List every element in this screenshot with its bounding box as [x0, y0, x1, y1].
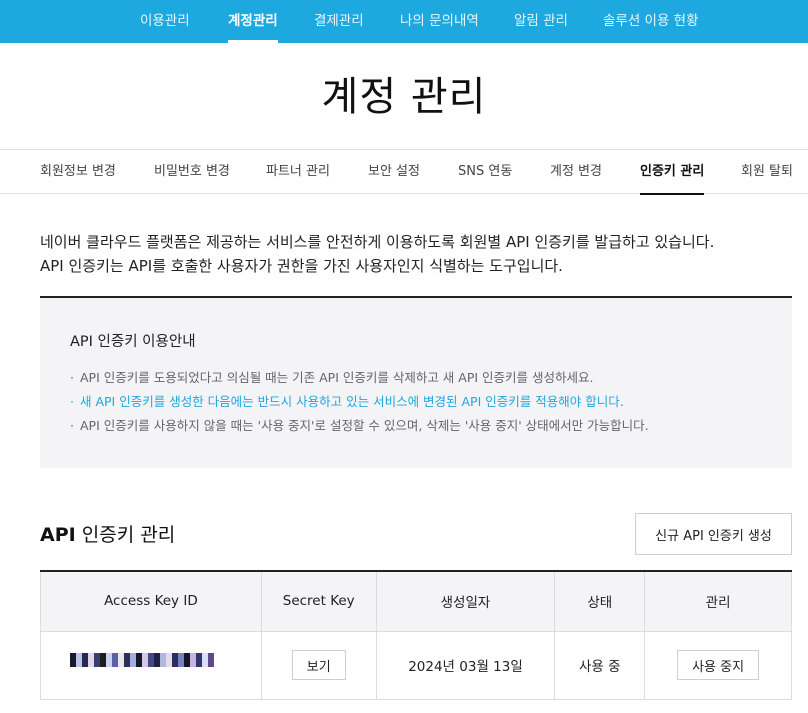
api-key-table: Access Key ID Secret Key 생성일자 상태 관리 보기 2… — [40, 570, 792, 700]
masked-access-key — [69, 653, 214, 667]
tab-password[interactable]: 비밀번호 변경 — [154, 150, 230, 194]
intro-line: 네이버 클라우드 플랫폼은 제공하는 서비스를 안전하게 이용하도록 회원별 A… — [40, 233, 715, 251]
intro-line: API 인증키는 API를 호출한 사용자가 권한을 가진 사용자인지 식별하는… — [40, 257, 563, 275]
tab-auth-key[interactable]: 인증키 관리 — [640, 150, 705, 195]
created-date-cell: 2024년 03월 13일 — [375, 630, 556, 700]
column-header-created: 생성일자 — [375, 571, 556, 632]
table-row: 보기 2024년 03월 13일 사용 중 사용 중지 — [40, 630, 792, 700]
status-cell: 사용 중 — [554, 630, 646, 700]
guide-list: API 인증키를 도용되었다고 의심될 때는 기존 API 인증키를 삭제하고 … — [70, 366, 649, 438]
page-title: 계정 관리 — [321, 74, 487, 120]
sub-tabs: 회원정보 변경 비밀번호 변경 파트너 관리 보안 설정 SNS 연동 계정 변… — [0, 150, 808, 195]
tab-partner[interactable]: 파트너 관리 — [266, 150, 330, 194]
intro-text: 네이버 클라우드 플랫폼은 제공하는 서비스를 안전하게 이용하도록 회원별 A… — [40, 230, 800, 278]
create-api-key-button[interactable]: 신규 API 인증키 생성 — [635, 513, 792, 555]
tab-member-info[interactable]: 회원정보 변경 — [40, 150, 116, 194]
top-nav: 이용관리 계정관리 결제관리 나의 문의내역 알림 관리 솔루션 이용 현황 — [0, 0, 808, 43]
secret-key-cell: 보기 — [260, 630, 377, 700]
top-nav-item-account[interactable]: 계정관리 — [228, 0, 278, 43]
tab-sns[interactable]: SNS 연동 — [458, 150, 512, 194]
table-header-row: Access Key ID Secret Key 생성일자 상태 관리 — [40, 571, 792, 632]
access-key-cell — [40, 630, 262, 700]
column-header-status: 상태 — [554, 571, 646, 632]
guide-title: API 인증키 이용안내 — [70, 334, 196, 350]
show-secret-key-button[interactable]: 보기 — [291, 650, 346, 680]
tab-withdraw[interactable]: 회원 탈퇴 — [741, 150, 793, 194]
top-nav-item-solutions[interactable]: 솔루션 이용 현황 — [603, 0, 699, 43]
manage-cell: 사용 중지 — [644, 630, 792, 700]
guide-panel: API 인증키 이용안내 API 인증키를 도용되었다고 의심될 때는 기존 A… — [40, 296, 792, 468]
guide-item-highlight: 새 API 인증키를 생성한 다음에는 반드시 사용하고 있는 서비스에 변경된… — [70, 390, 649, 414]
section-title-bold: API — [40, 524, 76, 546]
column-header-manage: 관리 — [644, 571, 792, 632]
guide-item: API 인증키를 사용하지 않을 때는 '사용 중지'로 설정할 수 있으며, … — [70, 414, 649, 438]
column-header-access-key: Access Key ID — [40, 571, 262, 632]
section-title-rest: 인증키 관리 — [75, 524, 176, 546]
tab-account-change[interactable]: 계정 변경 — [550, 150, 602, 194]
top-nav-item-notifications[interactable]: 알림 관리 — [514, 0, 568, 43]
top-nav-item-billing[interactable]: 결제관리 — [314, 0, 364, 43]
column-header-secret-key: Secret Key — [260, 571, 377, 632]
top-nav-item-usage[interactable]: 이용관리 — [140, 0, 190, 43]
guide-item: API 인증키를 도용되었다고 의심될 때는 기존 API 인증키를 삭제하고 … — [70, 366, 649, 390]
top-nav-item-inquiries[interactable]: 나의 문의내역 — [400, 0, 479, 43]
disable-key-button[interactable]: 사용 중지 — [677, 650, 760, 680]
tab-security[interactable]: 보안 설정 — [368, 150, 420, 194]
section-title: API 인증키 관리 — [40, 520, 175, 547]
